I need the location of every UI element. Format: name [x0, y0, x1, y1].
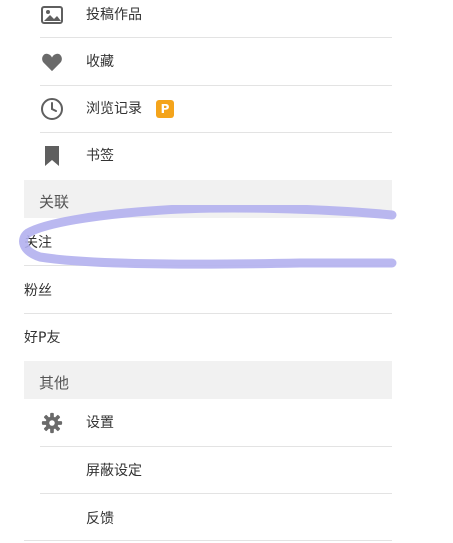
- menu-item-bookmark-tag-label: 书签: [86, 148, 114, 164]
- menu-item-block-settings[interactable]: 屏蔽设定: [0, 447, 392, 493]
- menu-item-friends[interactable]: 好P友: [0, 314, 392, 360]
- menu-item-bookmarks[interactable]: 收藏: [0, 38, 392, 85]
- heart-icon: [40, 50, 64, 74]
- menu-item-bookmark-tag[interactable]: 书签: [0, 133, 392, 179]
- section-title-related: 关联: [39, 193, 70, 211]
- bookmark-icon: [40, 144, 64, 168]
- menu-item-settings-label: 设置: [86, 415, 114, 431]
- menu-item-history-label: 浏览记录: [86, 101, 142, 117]
- divider: [24, 540, 392, 541]
- menu-item-settings[interactable]: 设置: [0, 400, 392, 446]
- menu-item-bookmarks-label: 收藏: [86, 54, 114, 70]
- section-title-other: 其他: [39, 374, 70, 392]
- menu-item-submit-label: 投稿作品: [86, 7, 142, 23]
- gear-icon: [40, 411, 64, 435]
- menu-item-friends-label: 好P友: [24, 330, 61, 346]
- menu-item-fans[interactable]: 粉丝: [0, 266, 392, 313]
- menu-item-follow-label: 关注: [24, 235, 52, 251]
- menu-item-history[interactable]: 浏览记录 P: [0, 86, 392, 132]
- side-menu: 投稿作品 收藏 浏览记录 P 书签 关联 关注 粉丝 好P友 其他 设置 屏蔽设…: [0, 0, 392, 543]
- menu-item-block-settings-label: 屏蔽设定: [86, 463, 142, 479]
- menu-item-feedback-label: 反馈: [86, 511, 114, 527]
- premium-badge: P: [156, 100, 174, 118]
- menu-item-fans-label: 粉丝: [24, 283, 52, 299]
- section-header-other: 其他: [24, 361, 392, 399]
- menu-item-feedback[interactable]: 反馈: [0, 494, 392, 540]
- image-icon: [40, 3, 64, 27]
- menu-item-follow[interactable]: 关注: [0, 219, 392, 265]
- section-header-related: 关联: [24, 180, 392, 218]
- menu-item-submit[interactable]: 投稿作品: [0, 0, 392, 37]
- clock-icon: [40, 97, 64, 121]
